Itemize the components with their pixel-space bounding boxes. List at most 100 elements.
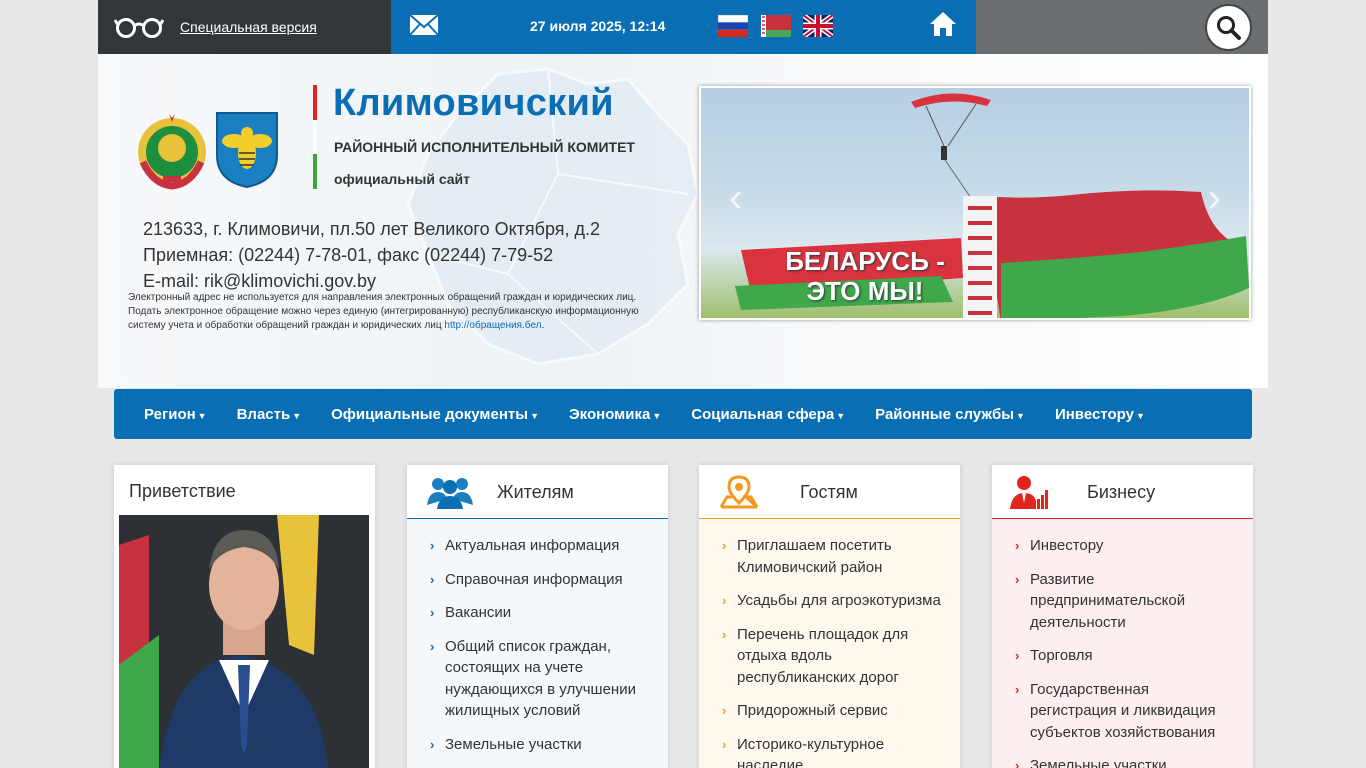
phone: Приемная: (02244) 7-78-01, факс (02244) …	[143, 245, 554, 265]
list-item-label: Актуальная информация	[445, 537, 620, 554]
site-tagline: официальный сайт	[334, 171, 471, 187]
list-item[interactable]: › Историко-культурное наследие	[722, 734, 946, 768]
list-item-label: Торговля	[1030, 647, 1093, 664]
slogan-line-2: ЭТО МЫ!	[806, 276, 924, 306]
list-item[interactable]: › Вакансии	[430, 602, 654, 624]
email-disclaimer: Электронный адрес не используется для на…	[128, 291, 668, 333]
flag-ru-icon[interactable]	[718, 15, 748, 37]
residents-title[interactable]: Жителям	[497, 482, 574, 503]
slogan-line-1: БЕЛАРУСЬ -	[785, 246, 945, 276]
chevron-right-icon: ›	[1015, 681, 1020, 697]
list-item-label: Земельные участки	[1030, 757, 1167, 768]
chairman-portrait	[119, 515, 329, 768]
search-button[interactable]	[1205, 4, 1252, 51]
caret-down-icon: ▼	[292, 410, 302, 421]
chevron-right-icon: ›	[722, 593, 727, 608]
people-icon	[427, 478, 473, 509]
caret-down-icon: ▼	[1135, 410, 1145, 421]
slider-slogan: БЕЛАРУСЬ - ЭТО МЫ!	[765, 246, 965, 306]
nav-item-label: Официальные документы	[331, 405, 529, 423]
list-item-label: Вакансии	[445, 604, 512, 621]
appeals-portal-link[interactable]: http://обращения.бел	[444, 320, 541, 331]
nav-item[interactable]: Инвестору ▼	[1040, 406, 1160, 423]
nav-item[interactable]: Социальная сфера ▼	[676, 406, 860, 423]
belarus-emblem-icon	[138, 114, 206, 190]
list-item[interactable]: › Инвестору	[1015, 535, 1239, 557]
location-pin-icon	[719, 475, 759, 509]
slider-next-arrow[interactable]: ›	[1208, 178, 1221, 218]
list-item-label: Историко-культурное наследие	[737, 735, 885, 768]
disclaimer-end: .	[541, 320, 545, 331]
list-item[interactable]: › Торговля	[1015, 645, 1239, 667]
chevron-right-icon: ›	[722, 626, 727, 642]
list-item[interactable]: › Земельные участки	[1015, 755, 1239, 768]
residents-links: › Актуальная информация › Справочная информ…	[407, 519, 668, 755]
nav-item[interactable]: Официальные документы ▼	[316, 406, 554, 423]
business-card-header: Бизнесу	[992, 465, 1253, 519]
chevron-right-icon: ›	[1015, 538, 1020, 553]
list-item[interactable]: › Общий список граждан, состоящих на учет…	[430, 636, 654, 722]
list-item[interactable]: › Усадьбы для агроэкотуризма	[722, 590, 946, 612]
list-item-label: Перечень площадок для отдыха вдоль респу…	[737, 625, 909, 686]
accent-green	[313, 154, 317, 189]
title-accent-bar	[313, 85, 317, 189]
chevron-right-icon: ›	[430, 638, 435, 654]
search-bar	[976, 0, 1268, 54]
list-item-label: Придорожный сервис	[737, 702, 888, 719]
glasses-icon[interactable]	[114, 15, 164, 39]
caret-down-icon: ▼	[652, 410, 662, 421]
guests-card-header: Гостям	[699, 465, 960, 519]
list-item[interactable]: › Государственная регистрация и ликвидаци…	[1015, 679, 1239, 744]
caret-down-icon: ▼	[1016, 410, 1025, 421]
list-item[interactable]: › Актуальная информация	[430, 535, 654, 557]
guests-card: Гостям › Приглашаем посетить Климовичский…	[699, 465, 960, 768]
chevron-right-icon: ›	[722, 736, 727, 752]
list-item-label: Приглашаем посетить Климовичский район	[737, 537, 892, 576]
chevron-right-icon: ›	[1015, 648, 1020, 663]
greeting-title[interactable]: Приветствие	[129, 481, 236, 502]
klimovichi-coat-of-arms-icon	[216, 112, 278, 189]
nav-item-label: Инвестору	[1054, 405, 1134, 423]
chevron-right-icon: ›	[430, 605, 435, 620]
list-item[interactable]: › Развитие предпринимательской деятельнос…	[1015, 569, 1239, 634]
address: 213633, г. Климовичи, пл.50 лет Великого…	[143, 219, 601, 239]
chairman-photo[interactable]	[119, 515, 369, 768]
current-datetime: 27 июля 2025, 12:14	[530, 18, 666, 34]
chevron-right-icon: ›	[722, 703, 727, 718]
nav-item[interactable]: Экономика ▼	[554, 406, 676, 423]
slider-prev-arrow[interactable]: ‹	[729, 178, 742, 218]
list-item[interactable]: › Земельные участки	[430, 734, 654, 756]
list-item-label: Инвестору	[1030, 537, 1104, 554]
list-item-label: Развитие предпринимательской деятельност…	[1030, 570, 1186, 631]
businessman-chart-icon	[1010, 476, 1048, 509]
site-title[interactable]: Климовичский	[333, 82, 614, 125]
nav-item-label: Экономика	[568, 405, 651, 423]
nav-item[interactable]: Власть ▼	[222, 406, 317, 423]
business-title[interactable]: Бизнесу	[1087, 482, 1155, 503]
chevron-right-icon: ›	[430, 736, 435, 752]
chevron-right-icon: ›	[430, 538, 435, 553]
mail-icon[interactable]	[409, 14, 439, 36]
flag-gb-icon[interactable]	[803, 15, 833, 37]
banner-slider[interactable]: ‹ › БЕЛАРУСЬ - ЭТО МЫ!	[699, 86, 1251, 320]
list-item[interactable]: › Справочная информация	[430, 569, 654, 591]
list-item-label: Государственная регистрация и ликвидация…	[1030, 680, 1216, 741]
list-item-label: Общий список граждан, состоящих на учете…	[445, 637, 636, 720]
list-item[interactable]: › Придорожный сервис	[722, 700, 946, 722]
list-item[interactable]: › Приглашаем посетить Климовичский район	[722, 535, 946, 578]
nav-item[interactable]: Районные службы ▼	[860, 406, 1040, 423]
list-item-label: Земельные участки	[445, 735, 582, 753]
site-subtitle: РАЙОННЫЙ ИСПОЛНИТЕЛЬНЫЙ КОМИТЕТ	[334, 139, 635, 155]
guests-title[interactable]: Гостям	[800, 482, 858, 503]
special-version-link[interactable]: Специальная версия	[180, 19, 317, 35]
business-links: › Инвестору › Развитие предпринимательской …	[992, 519, 1253, 768]
search-icon	[1216, 15, 1241, 40]
greeting-card: Приветствие	[114, 465, 375, 768]
home-icon[interactable]	[929, 10, 957, 38]
chevron-right-icon: ›	[1015, 758, 1020, 768]
list-item[interactable]: › Перечень площадок для отдыха вдоль респ…	[722, 624, 946, 689]
nav-item[interactable]: Регион ▼	[129, 406, 222, 423]
business-card: Бизнесу › Инвестору › Развитие предпринимат…	[992, 465, 1253, 768]
flag-by-icon[interactable]	[761, 15, 791, 37]
greeting-card-header: Приветствие	[114, 465, 375, 515]
